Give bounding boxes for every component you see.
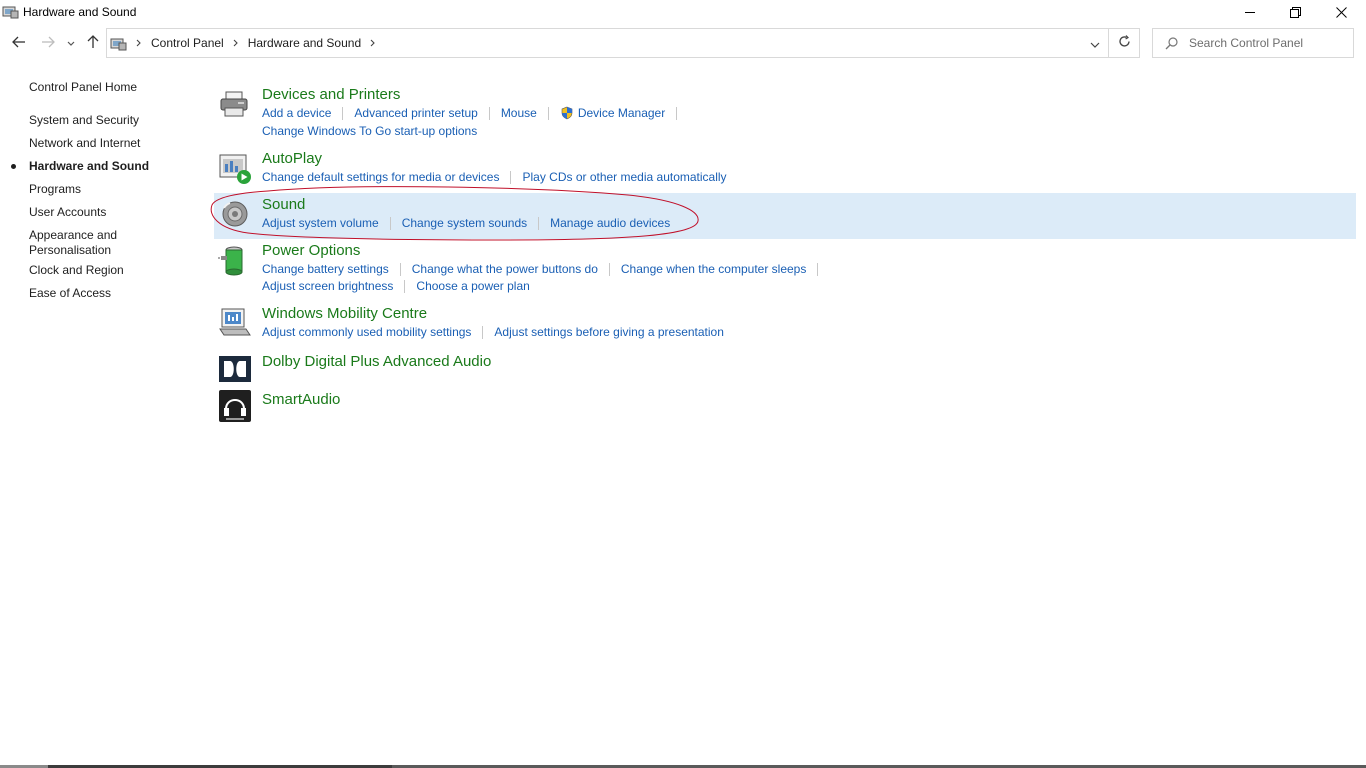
mobility-centre-icon: [218, 307, 252, 341]
back-button[interactable]: [8, 32, 30, 54]
dolby-title[interactable]: Dolby Digital Plus Advanced Audio: [262, 353, 491, 370]
headphones-icon: [218, 389, 252, 423]
windows-to-go-link[interactable]: Change Windows To Go start-up options: [262, 124, 477, 138]
sidebar-item-hardware-and-sound[interactable]: Hardware and Sound: [29, 159, 149, 174]
search-icon: [1153, 36, 1189, 50]
adjust-screen-brightness-link[interactable]: Adjust screen brightness: [262, 279, 393, 293]
smartaudio-title[interactable]: SmartAudio: [262, 391, 340, 408]
choose-power-plan-link[interactable]: Choose a power plan: [416, 279, 529, 293]
breadcrumb-hardware-and-sound[interactable]: Hardware and Sound: [248, 36, 361, 50]
change-default-media-settings-link[interactable]: Change default settings for media or dev…: [262, 170, 499, 184]
link-divider: [510, 170, 512, 184]
link-divider: [342, 106, 344, 120]
sidebar-item-user-accounts[interactable]: User Accounts: [29, 205, 106, 220]
breadcrumb-separator-icon[interactable]: [370, 39, 376, 47]
sidebar-item-system-and-security[interactable]: System and Security: [29, 113, 139, 128]
sidebar-item-ease-of-access[interactable]: Ease of Access: [29, 286, 111, 301]
window-title: Hardware and Sound: [23, 5, 137, 19]
sidebar-item-appearance-line2[interactable]: Personalisation: [29, 243, 111, 258]
address-dropdown-button[interactable]: [1086, 35, 1104, 53]
play-cds-automatically-link[interactable]: Play CDs or other media automatically: [522, 170, 726, 184]
title-bar: Hardware and Sound: [0, 0, 1366, 24]
power-options-title[interactable]: Power Options: [262, 242, 360, 259]
devices-and-printers-title[interactable]: Devices and Printers: [262, 86, 400, 103]
presentation-settings-link[interactable]: Adjust settings before giving a presenta…: [494, 325, 723, 339]
printer-icon: [218, 88, 252, 122]
up-arrow-icon: [87, 34, 99, 52]
computer-sleeps-link[interactable]: Change when the computer sleeps: [621, 262, 806, 276]
address-bar[interactable]: Control Panel Hardware and Sound: [106, 28, 1109, 58]
link-divider: [399, 262, 401, 276]
windows-mobility-centre-title[interactable]: Windows Mobility Centre: [262, 305, 427, 322]
link-divider: [488, 106, 490, 120]
autoplay-title[interactable]: AutoPlay: [262, 150, 322, 167]
link-divider: [482, 325, 484, 339]
link-divider: [817, 262, 819, 276]
minimize-button[interactable]: [1227, 0, 1273, 24]
power-buttons-link[interactable]: Change what the power buttons do: [412, 262, 598, 276]
breadcrumb-separator-icon[interactable]: [233, 39, 239, 47]
annotation-circle: [210, 186, 699, 241]
dolby-icon: [218, 355, 252, 389]
control-panel-location-icon: [110, 36, 127, 51]
add-a-device-link[interactable]: Add a device: [262, 106, 331, 120]
breadcrumb-control-panel[interactable]: Control Panel: [151, 36, 224, 50]
control-panel-app-icon: [2, 4, 19, 19]
refresh-icon: [1118, 35, 1131, 51]
mouse-link[interactable]: Mouse: [501, 106, 537, 120]
chevron-down-icon: [1090, 37, 1100, 51]
restore-button[interactable]: [1272, 0, 1318, 24]
link-divider: [547, 106, 549, 120]
sidebar-item-control-panel-home[interactable]: Control Panel Home: [29, 80, 137, 95]
sidebar-item-appearance-line1[interactable]: Appearance and: [29, 228, 117, 243]
forward-button[interactable]: [37, 32, 59, 54]
uac-shield-icon: [560, 106, 574, 120]
sidebar-item-network-and-internet[interactable]: Network and Internet: [29, 136, 140, 151]
autoplay-icon: [218, 152, 252, 186]
active-item-bullet: [11, 164, 16, 169]
link-divider: [676, 106, 678, 120]
mobility-settings-link[interactable]: Adjust commonly used mobility settings: [262, 325, 471, 339]
battery-icon: [218, 244, 252, 278]
link-divider: [404, 279, 406, 293]
refresh-button[interactable]: [1109, 28, 1140, 58]
forward-arrow-icon: [41, 36, 55, 51]
search-box[interactable]: Search Control Panel: [1152, 28, 1354, 58]
recent-locations-button[interactable]: [61, 32, 81, 54]
back-arrow-icon: [12, 36, 26, 51]
device-manager-link[interactable]: Device Manager: [578, 106, 665, 120]
search-input[interactable]: Search Control Panel: [1189, 36, 1303, 50]
breadcrumb-separator-icon[interactable]: [136, 39, 142, 47]
up-button[interactable]: [82, 32, 104, 54]
chevron-down-icon: [67, 36, 75, 50]
advanced-printer-setup-link[interactable]: Advanced printer setup: [354, 106, 477, 120]
link-divider: [608, 262, 610, 276]
sidebar-item-programs[interactable]: Programs: [29, 182, 81, 197]
sidebar-item-clock-and-region[interactable]: Clock and Region: [29, 263, 124, 278]
change-battery-settings-link[interactable]: Change battery settings: [262, 262, 389, 276]
close-button[interactable]: [1318, 0, 1364, 24]
